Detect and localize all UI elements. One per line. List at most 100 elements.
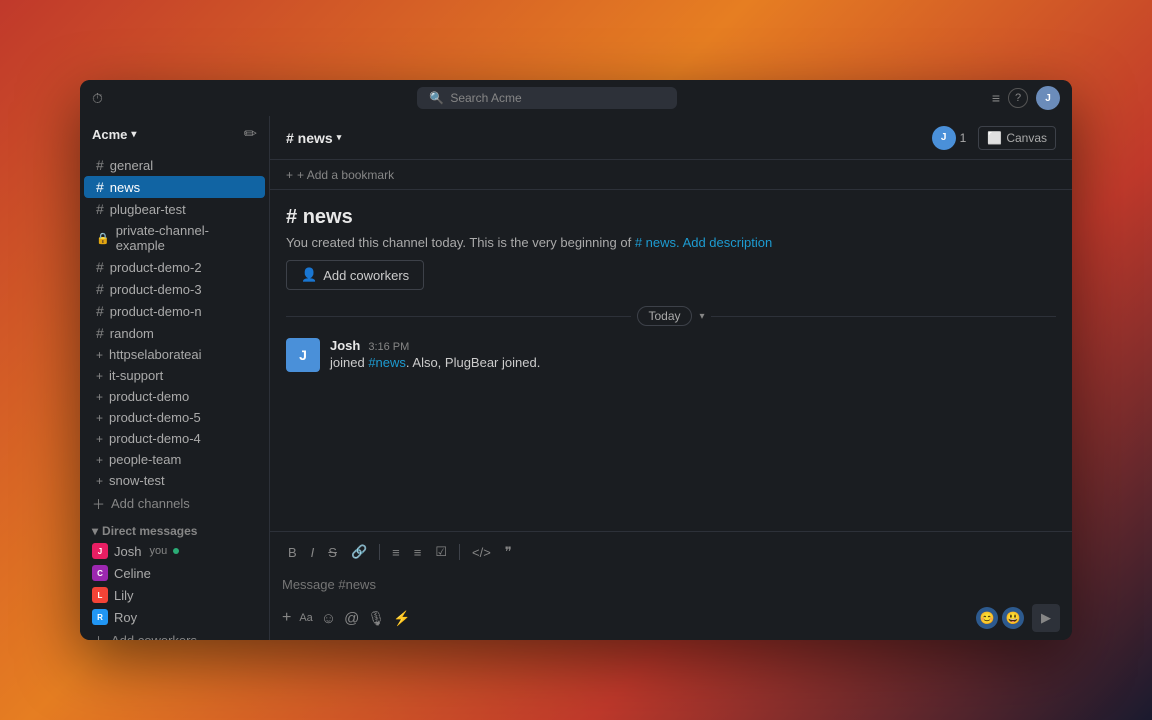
sidebar-item-product-demo[interactable]: + product-demo <box>84 386 265 407</box>
history-icon[interactable]: ⏱ <box>92 90 103 107</box>
sidebar-item-private-channel-example[interactable]: 🔒 private-channel-example <box>84 220 265 256</box>
add-channels-label: Add channels <box>111 496 190 511</box>
lightning-icon[interactable]: ⚡ <box>393 610 410 627</box>
app-body: Acme ▾ ✏ # general # news # plugbear-tes… <box>80 116 1072 640</box>
sidebar-item-label: product-demo <box>109 389 189 404</box>
emoji-icon[interactable]: ☺ <box>321 610 336 627</box>
add-channels-button[interactable]: ＋ Add channels <box>80 491 269 516</box>
add-coworkers-channel-button[interactable]: 👤 Add coworkers <box>286 260 424 290</box>
channel-hash-link: # news. <box>635 235 680 250</box>
plus-icon: + <box>96 474 103 488</box>
italic-button[interactable]: I <box>305 541 321 564</box>
emoji-reaction-2[interactable]: 😃 <box>1002 607 1024 629</box>
mic-icon[interactable]: 🎙 <box>367 610 385 627</box>
main-content: # news ▾ J 1 ⬜ Canvas + + Add a bookmark <box>270 116 1072 640</box>
canvas-label: Canvas <box>1006 131 1047 145</box>
channel-dropdown-icon[interactable]: ▾ <box>337 132 342 143</box>
emoji-reaction-1[interactable]: 😊 <box>976 607 998 629</box>
sidebar-item-label: product-demo-5 <box>109 410 201 425</box>
date-badge[interactable]: Today <box>637 306 691 326</box>
workspace-dropdown-icon: ▾ <box>131 129 136 140</box>
sidebar-item-product-demo-4[interactable]: + product-demo-4 <box>84 428 265 449</box>
sidebar-item-label: product-demo-4 <box>109 431 201 446</box>
plus-icon: + <box>96 369 103 383</box>
sidebar: Acme ▾ ✏ # general # news # plugbear-tes… <box>80 116 270 640</box>
sidebar-item-httpselaborateai[interactable]: + httpselaborateai <box>84 344 265 365</box>
message-avatar-josh: J <box>286 338 320 372</box>
sidebar-item-general[interactable]: # general <box>84 154 265 176</box>
add-description-link[interactable]: Add description <box>683 235 773 250</box>
quote-button[interactable]: ❞ <box>499 540 518 564</box>
mention-icon[interactable]: @ <box>344 610 359 627</box>
sidebar-item-product-demo-2[interactable]: # product-demo-2 <box>84 256 265 278</box>
sidebar-item-random[interactable]: # random <box>84 322 265 344</box>
canvas-button[interactable]: ⬜ Canvas <box>978 126 1056 150</box>
strikethrough-button[interactable]: S <box>322 541 343 564</box>
message-item: J Josh 3:16 PM joined #news. Also, PlugB… <box>286 338 1056 372</box>
dm-section-header[interactable]: ▾ Direct messages <box>80 518 269 540</box>
editor-bottom-right: 😊 😃 ▶ <box>976 604 1060 632</box>
dm-item-josh[interactable]: J Josh you <box>80 540 269 562</box>
numbered-list-button[interactable]: ≡ <box>408 541 428 564</box>
title-bar: ⏱ 🔍 Search Acme ≡ ? J <box>80 80 1072 116</box>
sidebar-item-label: plugbear-test <box>110 202 186 217</box>
format-icon[interactable]: Aa <box>299 612 312 624</box>
message-input[interactable] <box>282 570 1060 598</box>
sidebar-item-label: news <box>110 180 140 195</box>
dm-you-badge: you <box>149 545 167 557</box>
hash-icon: # <box>96 201 104 217</box>
editor-bottom-left: + Aa ☺ @ 🎙 ⚡ <box>282 609 411 627</box>
sidebar-item-label: product-demo-2 <box>110 260 202 275</box>
link-button[interactable]: 🔗 <box>345 540 373 564</box>
bullet-list-button[interactable]: ≡ <box>386 541 406 564</box>
search-bar[interactable]: 🔍 Search Acme <box>417 87 677 109</box>
hash-icon: # <box>96 157 104 173</box>
bookmark-bar[interactable]: + + Add a bookmark <box>270 160 1072 190</box>
member-avatars[interactable]: J 1 <box>932 126 967 150</box>
channels-section: # general # news # plugbear-test 🔒 priva… <box>80 152 269 518</box>
sidebar-item-snow-test[interactable]: + snow-test <box>84 470 265 491</box>
dm-item-roy[interactable]: R Roy <box>80 606 269 628</box>
dm-avatar-roy: R <box>92 609 108 625</box>
sidebar-item-people-team[interactable]: + people-team <box>84 449 265 470</box>
task-list-button[interactable]: ☑ <box>429 540 453 564</box>
sidebar-item-label: general <box>110 158 153 173</box>
channel-intro: # news You created this channel today. T… <box>286 206 1056 290</box>
dm-item-lily[interactable]: L Lily <box>80 584 269 606</box>
dm-collapse-icon: ▾ <box>92 524 98 538</box>
workspace-label: Acme <box>92 127 127 142</box>
hash-icon: # <box>96 259 104 275</box>
canvas-icon: ⬜ <box>987 131 1002 145</box>
dm-item-celine[interactable]: C Celine <box>80 562 269 584</box>
sidebar-item-plugbear-test[interactable]: # plugbear-test <box>84 198 265 220</box>
code-button[interactable]: </> <box>466 541 497 564</box>
compose-icon[interactable]: ✏ <box>244 124 257 144</box>
sidebar-item-label: it-support <box>109 368 163 383</box>
help-icon[interactable]: ? <box>1008 88 1028 108</box>
add-coworkers-label: Add coworkers <box>111 633 197 640</box>
workspace-name[interactable]: Acme ▾ <box>92 127 136 142</box>
send-button[interactable]: ▶ <box>1032 604 1060 632</box>
sidebar-item-news[interactable]: # news <box>84 176 265 198</box>
add-coworkers-btn-label: Add coworkers <box>323 268 409 283</box>
add-icon[interactable]: + <box>282 609 291 627</box>
sidebar-item-label: product-demo-n <box>110 304 202 319</box>
plus-icon: + <box>96 390 103 404</box>
sidebar-item-product-demo-5[interactable]: + product-demo-5 <box>84 407 265 428</box>
user-avatar[interactable]: J <box>1036 86 1060 110</box>
channel-header: # news ▾ J 1 ⬜ Canvas <box>270 116 1072 160</box>
sidebar-item-product-demo-3[interactable]: # product-demo-3 <box>84 278 265 300</box>
emoji-reaction-buttons: 😊 😃 <box>976 607 1024 629</box>
sidebar-item-it-support[interactable]: + it-support <box>84 365 265 386</box>
message-time-josh: 3:16 PM <box>368 341 409 353</box>
sidebar-item-label: product-demo-3 <box>110 282 202 297</box>
bold-button[interactable]: B <box>282 541 303 564</box>
sidebar-item-product-demo-n[interactable]: # product-demo-n <box>84 300 265 322</box>
send-icon: ▶ <box>1041 610 1051 626</box>
add-coworkers-button[interactable]: ＋ Add coworkers <box>80 628 269 640</box>
plus-icon: + <box>96 348 103 362</box>
message-content-josh: Josh 3:16 PM joined #news. Also, PlugBea… <box>330 338 540 372</box>
filter-icon[interactable]: ≡ <box>992 90 1000 106</box>
channel-title[interactable]: # news ▾ <box>286 130 341 146</box>
toolbar-separator-2 <box>459 544 460 560</box>
